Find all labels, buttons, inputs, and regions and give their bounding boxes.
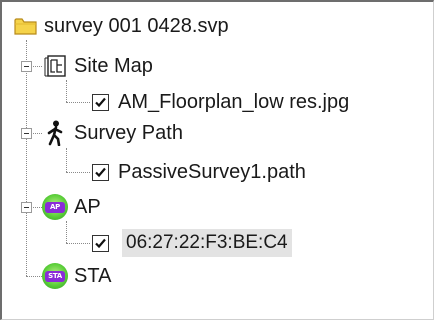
sta-badge-text: STA — [45, 271, 65, 282]
folder-icon — [14, 16, 38, 42]
tree-connector-survey-path-children — [66, 148, 67, 172]
tree-connector-path-file — [66, 172, 90, 173]
ap-label[interactable]: AP — [70, 193, 105, 221]
sta-badge-icon: STA — [42, 263, 68, 289]
floorplan-checkbox[interactable] — [92, 94, 109, 111]
ap-badge-icon: AP — [42, 194, 68, 220]
floorplan-label[interactable]: AM_Floorplan_low res.jpg — [114, 88, 353, 116]
root-label[interactable]: survey 001 0428.svp — [40, 12, 233, 40]
walking-person-icon — [44, 120, 66, 152]
tree-connector-ap-mac — [66, 243, 90, 244]
tree-connector-sta — [26, 276, 42, 277]
sta-label[interactable]: STA — [70, 262, 115, 290]
site-map-collapse-toggle[interactable] — [21, 61, 32, 72]
survey-path-collapse-toggle[interactable] — [21, 128, 32, 139]
tree-connector-root — [26, 40, 27, 276]
path-file-checkbox[interactable] — [92, 164, 109, 181]
ap-mac-label[interactable]: 06:27:22:F3:BE:C4 — [122, 229, 292, 257]
path-file-label[interactable]: PassiveSurvey1.path — [114, 158, 310, 186]
site-map-icon — [44, 54, 68, 84]
tree-connector-floorplan — [66, 102, 90, 103]
ap-collapse-toggle[interactable] — [21, 202, 32, 213]
tree-connector-ap-children — [66, 221, 67, 243]
survey-path-label[interactable]: Survey Path — [70, 119, 187, 147]
ap-mac-checkbox[interactable] — [92, 235, 109, 252]
ap-badge-text: AP — [45, 202, 65, 213]
survey-tree-panel: survey 001 0428.svp Site Map AM_Floorpla… — [0, 0, 434, 320]
site-map-label[interactable]: Site Map — [70, 52, 157, 80]
